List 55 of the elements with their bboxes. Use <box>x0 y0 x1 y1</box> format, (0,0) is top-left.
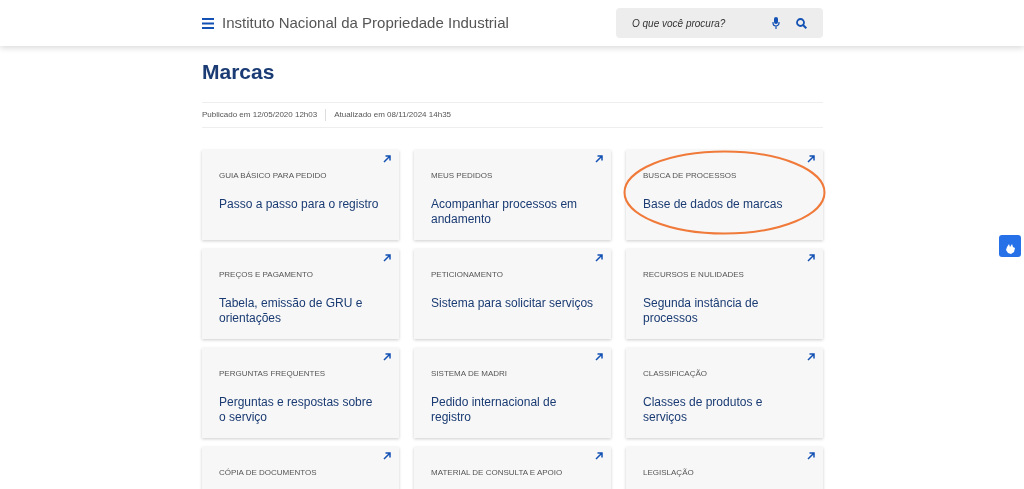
search-field[interactable]: O que você procura? <box>616 14 756 32</box>
card-title: Base de dados de marcas <box>643 196 784 212</box>
site-title[interactable]: Instituto Nacional da Propriedade Industrial <box>222 11 509 35</box>
link-card[interactable]: PREÇOS E PAGAMENTO Tabela, emissão de GRU e orientações <box>202 248 399 339</box>
microphone-icon[interactable] <box>772 17 780 29</box>
card-category: PERGUNTAS FREQUENTES <box>219 367 327 380</box>
arrow-icon <box>807 253 815 262</box>
link-card[interactable]: PERGUNTAS FREQUENTES Perguntas e respostas sobre o serviço <box>202 347 399 438</box>
card-category: PREÇOS E PAGAMENTO <box>219 268 314 281</box>
arrow-icon <box>807 352 815 361</box>
arrow-icon <box>383 352 391 361</box>
link-card[interactable]: RECURSOS E NULIDADES Segunda instância de processos <box>626 248 823 339</box>
arrow-icon <box>383 451 391 460</box>
updated-date: Atualizado em 08/11/2024 14h35 <box>334 108 452 121</box>
card-category: CÓPIA DE DOCUMENTOS <box>219 466 318 479</box>
card-category: BUSCA DE PROCESSOS <box>643 169 738 182</box>
card-category: MATERIAL DE CONSULTA E APOIO <box>431 466 564 479</box>
card-title: Acompanhar processos em andamento <box>431 196 579 227</box>
menu-icon[interactable] <box>202 17 214 29</box>
link-card[interactable]: CÓPIA DE DOCUMENTOS <box>202 446 399 489</box>
card-category: GUIA BÁSICO PARA PEDIDO <box>219 169 328 182</box>
arrow-icon <box>595 352 603 361</box>
card-category: RECURSOS E NULIDADES <box>643 268 745 281</box>
arrow-icon <box>807 451 815 460</box>
page-title: Marcas <box>202 59 276 85</box>
arrow-icon <box>595 451 603 460</box>
card-category: LEGISLAÇÃO <box>643 466 695 479</box>
link-card[interactable]: PETICIONAMENTO Sistema para solicitar serviços <box>414 248 611 339</box>
card-category: CLASSIFICAÇÃO <box>643 367 708 380</box>
arrow-icon <box>383 154 391 163</box>
link-card[interactable]: MEUS PEDIDOS Acompanhar processos em andamento <box>414 149 611 240</box>
card-title: Passo a passo para o registro <box>219 196 380 212</box>
arrow-icon <box>807 154 815 163</box>
search-bar[interactable]: O que você procura? <box>616 8 823 38</box>
link-card[interactable]: BUSCA DE PROCESSOS Base de dados de marcas <box>626 149 823 240</box>
card-title: Classes de produtos e serviços <box>643 394 764 425</box>
arrow-icon <box>595 154 603 163</box>
card-category: SISTEMA DE MADRI <box>431 367 508 380</box>
link-card[interactable]: MATERIAL DE CONSULTA E APOIO <box>414 446 611 489</box>
link-card[interactable]: LEGISLAÇÃO <box>626 446 823 489</box>
arrow-icon <box>383 253 391 262</box>
link-card[interactable]: SISTEMA DE MADRI Pedido internacional de registro <box>414 347 611 438</box>
card-title: Tabela, emissão de GRU e orientações <box>219 295 364 326</box>
search-icon[interactable] <box>796 17 807 29</box>
card-title: Sistema para solicitar serviços <box>431 295 594 311</box>
card-title: Perguntas e respostas sobre o serviço <box>219 394 374 425</box>
card-title: Segunda instância de processos <box>643 295 760 326</box>
published-date: Publicado em 12/05/2020 12h03 <box>202 108 318 121</box>
sign-language-button[interactable] <box>999 235 1021 257</box>
card-category: PETICIONAMENTO <box>431 268 504 281</box>
arrow-icon <box>595 253 603 262</box>
link-card[interactable]: CLASSIFICAÇÃO Classes de produtos e serviços <box>626 347 823 438</box>
card-title: Pedido internacional de registro <box>431 394 558 425</box>
card-category: MEUS PEDIDOS <box>431 169 494 182</box>
link-card[interactable]: GUIA BÁSICO PARA PEDIDO Passo a passo para o registro <box>202 149 399 240</box>
